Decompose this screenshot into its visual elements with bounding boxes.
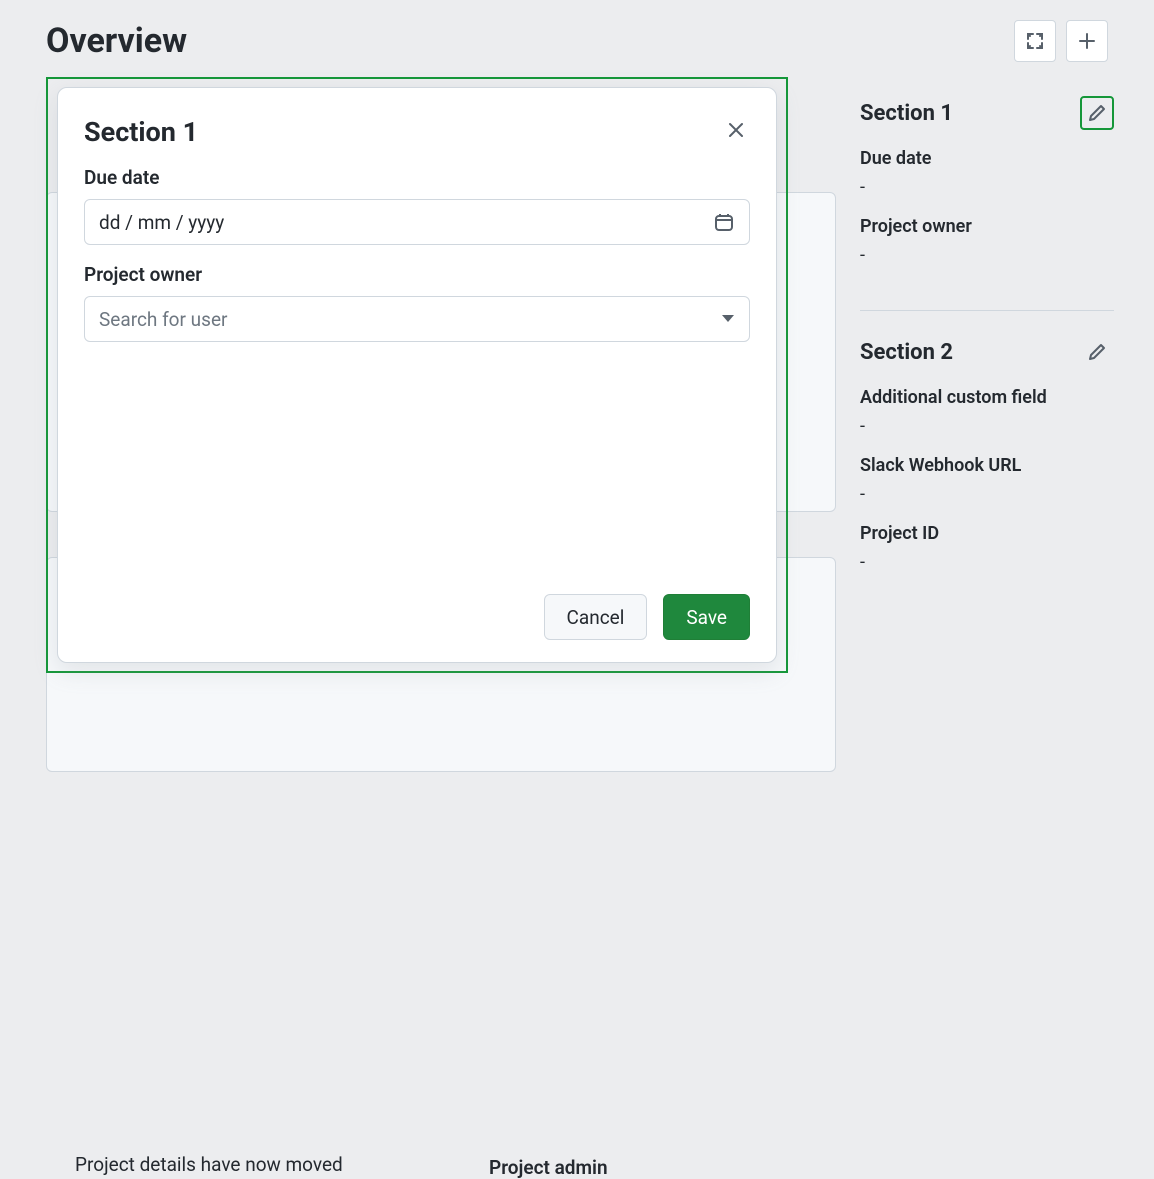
add-button[interactable]: [1066, 20, 1108, 62]
due-date-placeholder: dd / mm / yyyy: [99, 211, 224, 234]
project-owner-label: Project owner: [84, 263, 750, 286]
field-label: Project owner: [860, 216, 1114, 237]
sidebar: Section 1 Due date - Project owner - Sec…: [860, 72, 1114, 611]
close-button[interactable]: [722, 116, 750, 148]
due-date-label: Due date: [84, 166, 750, 189]
edit-section-button[interactable]: [1080, 335, 1114, 369]
modal-footer: Cancel Save: [84, 594, 750, 640]
project-owner-placeholder: Search for user: [99, 308, 227, 331]
sidebar-section-2: Section 2 Additional custom field - Slac…: [860, 310, 1114, 611]
modal-header: Section 1: [84, 116, 750, 148]
page-title: Overview: [46, 21, 1014, 61]
cancel-button[interactable]: Cancel: [544, 594, 648, 640]
header-actions: [1014, 20, 1108, 62]
field-due-date: Due date -: [860, 148, 1114, 198]
project-owner-select[interactable]: Search for user: [84, 296, 750, 342]
page-header: Overview: [0, 0, 1154, 72]
field-value: -: [860, 484, 1114, 505]
section-title: Section 2: [860, 340, 1080, 365]
save-button[interactable]: Save: [663, 594, 750, 640]
close-icon: [726, 120, 746, 140]
expand-icon: [1026, 32, 1044, 50]
field-value: -: [860, 177, 1114, 198]
project-owner-group: Project owner Search for user: [84, 263, 750, 342]
expand-button[interactable]: [1014, 20, 1056, 62]
background-text: Project details have now moved: [75, 1153, 343, 1176]
pencil-icon: [1087, 103, 1107, 123]
field-label: Additional custom field: [860, 387, 1114, 408]
edit-section-button[interactable]: [1080, 96, 1114, 130]
pencil-icon: [1087, 342, 1107, 362]
field-project-owner: Project owner -: [860, 216, 1114, 266]
plus-icon: [1077, 31, 1097, 51]
field-custom: Additional custom field -: [860, 387, 1114, 437]
section-title: Section 1: [860, 101, 1080, 126]
field-label: Project ID: [860, 523, 1114, 544]
due-date-group: Due date dd / mm / yyyy: [84, 166, 750, 245]
background-text: Project admin: [489, 1156, 608, 1179]
edit-section-modal: Section 1 Due date dd / mm / yyyy Projec…: [57, 87, 777, 663]
sidebar-section-1: Section 1 Due date - Project owner -: [860, 96, 1114, 304]
due-date-input[interactable]: dd / mm / yyyy: [84, 199, 750, 245]
field-value: -: [860, 416, 1114, 437]
field-project-id: Project ID -: [860, 523, 1114, 573]
field-slack: Slack Webhook URL -: [860, 455, 1114, 505]
field-label: Slack Webhook URL: [860, 455, 1114, 476]
field-value: -: [860, 245, 1114, 266]
section-header: Section 1: [860, 96, 1114, 130]
field-value: -: [860, 552, 1114, 573]
modal-title: Section 1: [84, 116, 722, 148]
section-header: Section 2: [860, 335, 1114, 369]
field-label: Due date: [860, 148, 1114, 169]
calendar-icon: [713, 211, 735, 233]
chevron-down-icon: [721, 314, 735, 324]
